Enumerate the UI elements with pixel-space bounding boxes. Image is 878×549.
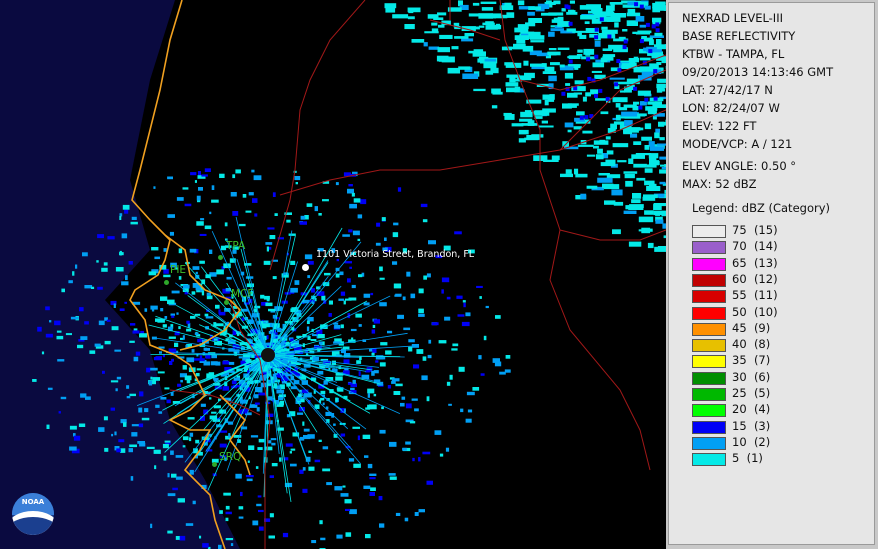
product-name: NEXRAD LEVEL-III [682,11,783,25]
scan-datetime: 09/20/2013 14:13:46 GMT [682,65,834,79]
city-dot-srq [212,462,217,467]
city-label-pie: PIE [170,264,187,276]
noaa-logo-sea [12,517,54,535]
county-lines [169,0,666,549]
city-dot-mcf [224,300,229,305]
station-lat: LAT: 27/42/17 N [682,83,773,97]
location-label: 1101 Victoria Street, Brandon, FL [316,249,475,260]
product-type: BASE REFLECTIVITY [682,29,796,43]
legend-swatch [692,290,726,304]
station-lon: LON: 82/24/07 W [682,101,780,115]
legend-swatch [692,420,726,434]
legend-swatch [692,436,726,450]
noaa-logo-text: NOAA [21,498,45,506]
city-dot-pie [164,280,169,285]
legend-label: 50 (10) [732,304,778,319]
legend-label: 40 (8) [732,337,771,352]
legend-label: 30 (6) [732,369,771,384]
legend-label: 5 (1) [732,451,763,466]
legend-title: Legend: dBZ (Category) [692,201,830,215]
legend-label: 15 (3) [732,418,771,433]
gulf-water [0,0,240,549]
legend-label: 20 (4) [732,402,771,417]
legend-swatch [692,339,726,353]
legend-label: 65 (13) [732,255,778,270]
legend-swatch [692,355,726,369]
legend-swatch [692,371,726,385]
station-elev: ELEV: 122 FT [682,119,757,133]
radar-map[interactable]: TPA PIE MCF SRQ 1101 Victoria Street, Br… [0,0,666,549]
radar-viewer: TPA PIE MCF SRQ 1101 Victoria Street, Br… [0,0,878,549]
info-panel: NEXRAD LEVEL-III BASE REFLECTIVITY KTBW … [668,2,875,545]
legend-label: 70 (14) [732,239,778,254]
legend-label: 35 (7) [732,353,771,368]
legend-label: 55 (11) [732,288,778,303]
noaa-logo: NOAA [12,493,54,535]
legend-swatch [692,322,726,336]
city-dot-tpa [218,255,223,260]
legend-swatch [692,225,726,238]
radar-map-svg [0,0,666,549]
legend-swatch [692,257,726,271]
legend-swatch [692,453,726,467]
legend-swatch [692,404,726,418]
city-label-mcf: MCF [231,288,254,300]
legend-swatch [692,388,726,401]
city-label-tpa: TPA [226,240,246,252]
legend-label: 45 (9) [732,320,771,335]
radar-site [261,348,275,362]
elev-angle: ELEV ANGLE: 0.50 ° [682,159,797,173]
legend-label: 25 (5) [732,386,771,400]
legend-swatch [692,306,726,320]
station-name: KTBW - TAMPA, FL [682,47,785,61]
legend-swatch [692,241,726,255]
scan-mode: MODE/VCP: A / 121 [682,137,793,151]
max-dbz: MAX: 52 dBZ [682,177,757,191]
city-label-srq: SRQ [219,451,242,463]
location-marker[interactable] [302,264,309,271]
legend-label: 60 (12) [732,271,778,286]
legend-label: 10 (2) [732,434,771,449]
legend-label: 75 (15) [732,223,778,237]
legend-swatch [692,273,726,287]
